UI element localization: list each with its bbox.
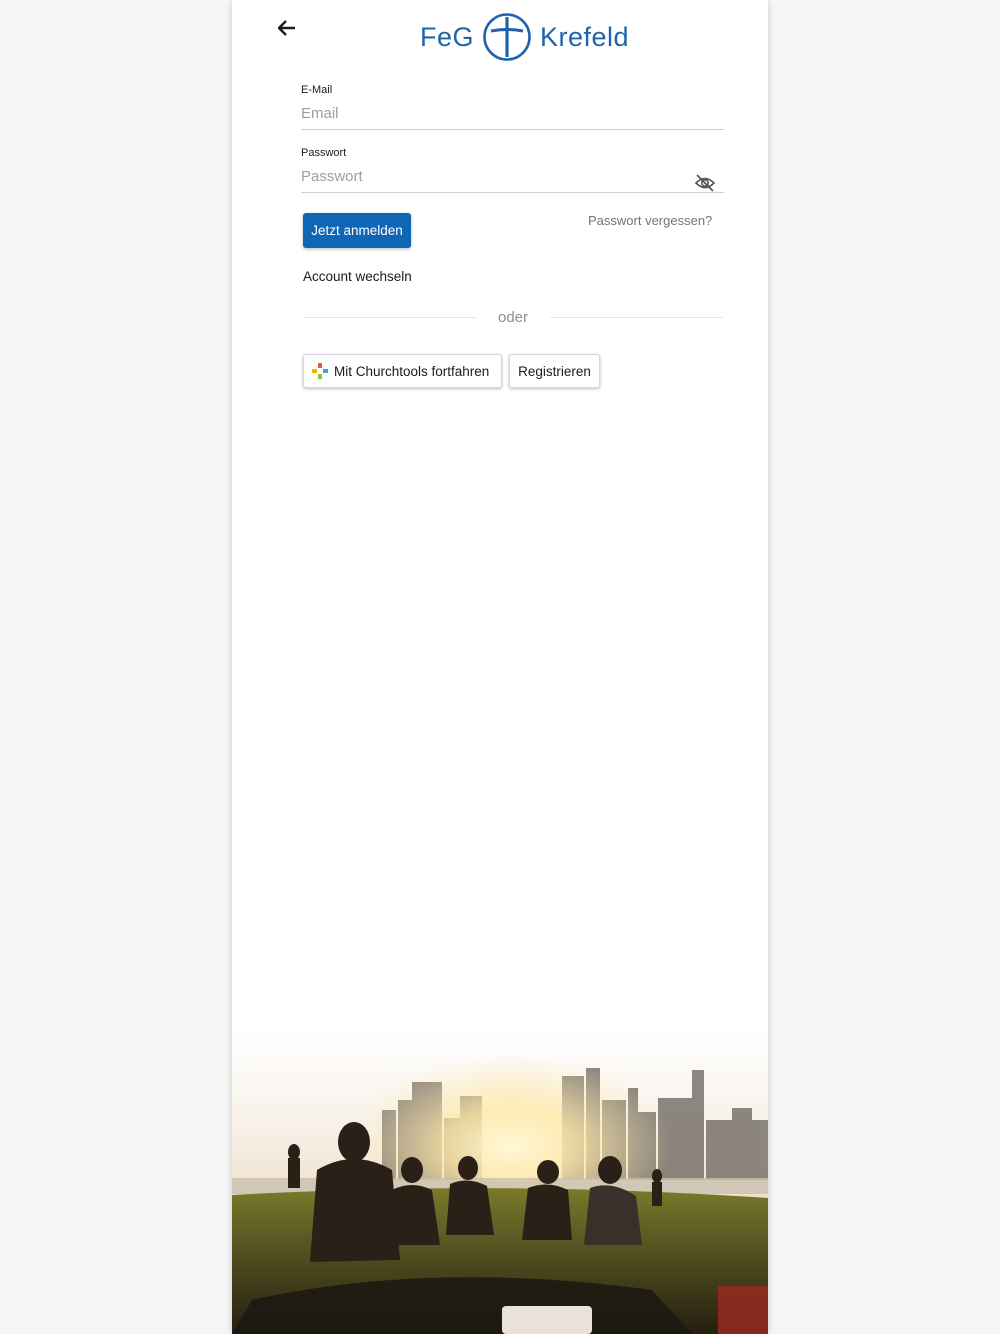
switch-account-link[interactable]: Account wechseln xyxy=(303,269,412,284)
brand-logo: FeG Krefeld xyxy=(420,12,629,62)
logo-text-left: FeG xyxy=(420,21,475,52)
hero-photo xyxy=(232,1030,768,1334)
register-button[interactable]: Registrieren xyxy=(509,354,600,388)
email-field-group: E-Mail xyxy=(301,84,724,130)
eye-off-icon[interactable] xyxy=(694,173,716,193)
back-button[interactable] xyxy=(272,14,302,42)
cooler-box xyxy=(502,1306,592,1334)
email-label: E-Mail xyxy=(301,84,333,96)
cross-circle-icon xyxy=(482,13,532,61)
churchtools-logo-icon xyxy=(312,363,328,379)
arrow-left-icon xyxy=(278,20,295,36)
logo-text-right: Krefeld xyxy=(540,21,630,52)
register-button-label: Registrieren xyxy=(518,363,591,379)
forgot-password-link[interactable]: Passwort vergessen? xyxy=(588,213,712,228)
password-label: Passwort xyxy=(301,147,347,159)
password-input[interactable] xyxy=(301,165,724,193)
red-bag xyxy=(718,1286,768,1334)
churchtools-button-label: Mit Churchtools fortfahren xyxy=(334,363,490,379)
divider-text: oder xyxy=(497,308,529,326)
churchtools-button[interactable]: Mit Churchtools fortfahren xyxy=(303,354,502,388)
divider-line-right xyxy=(550,316,723,318)
login-button[interactable]: Jetzt anmelden xyxy=(303,213,411,248)
login-panel: FeG Krefeld E-Mail Passwort Jetzt anmeld… xyxy=(232,0,768,1334)
divider-line-left xyxy=(303,316,476,318)
email-input[interactable] xyxy=(301,102,724,130)
or-divider: oder xyxy=(303,307,723,327)
password-field-group: Passwort xyxy=(301,147,724,193)
